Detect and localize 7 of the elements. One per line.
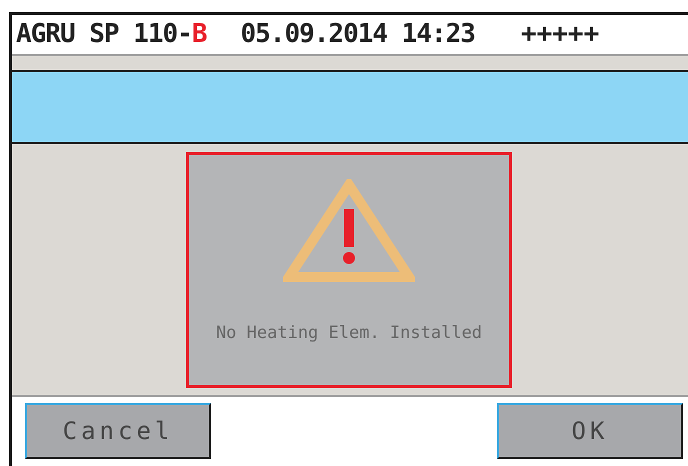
dialog-button[interactable]: Cancel bbox=[25, 403, 211, 459]
warning-message: No Heating Elem. Installed bbox=[216, 322, 482, 344]
warning-icon bbox=[283, 178, 415, 282]
dialog-button[interactable]: OK bbox=[497, 403, 683, 459]
date-time: 05.09.2014 14:23 bbox=[240, 18, 475, 51]
device-title: AGRU SP 110-B bbox=[16, 18, 206, 51]
signal-indicator: +++++ bbox=[520, 18, 600, 51]
